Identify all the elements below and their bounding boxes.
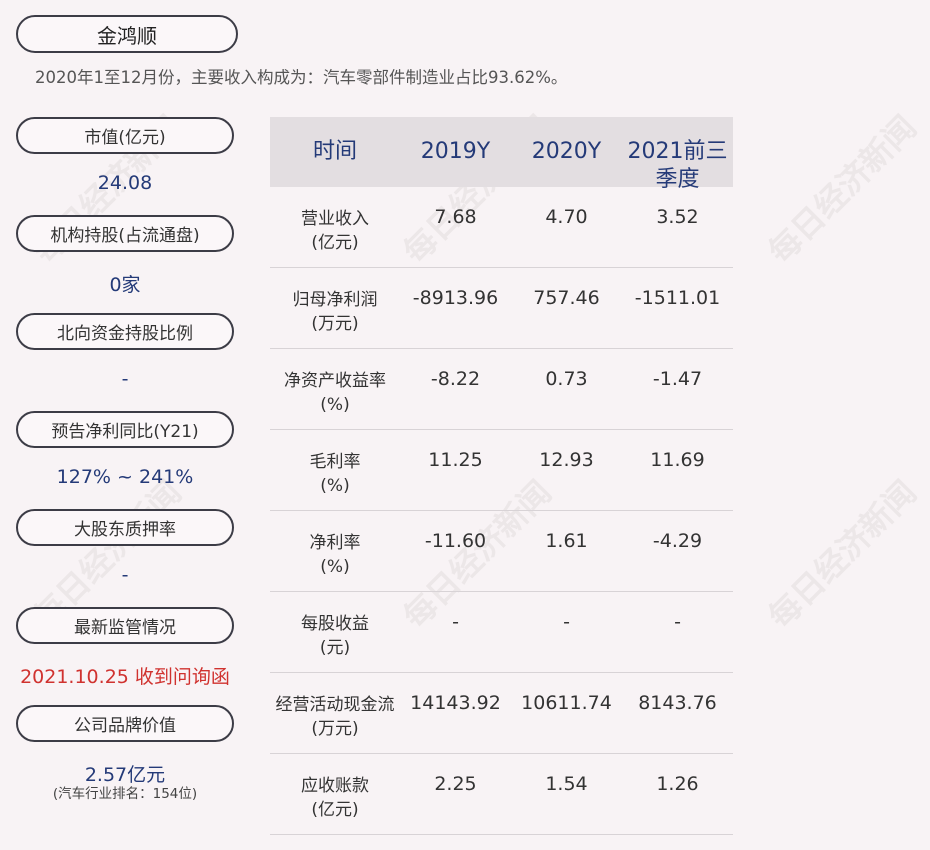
- header-2021-line1: 2021前三: [627, 139, 728, 164]
- row-label: 毛利率 (%): [309, 452, 361, 496]
- cell-2021: 1.26: [656, 773, 699, 795]
- cell-2021: -1511.01: [634, 287, 721, 309]
- table-header: 时间 2019Y 2020Y 2021前三 季度: [270, 117, 733, 192]
- table-row: 归母净利润 (万元) -8913.96 757.46 -1511.01: [270, 268, 733, 349]
- cell-2021: 11.69: [650, 449, 705, 471]
- profit-forecast-value: 127% ~ 241%: [56, 466, 194, 488]
- watermark: 每日经济新闻: [761, 473, 924, 636]
- institution-holdings-label: 机构持股(占流通盘): [16, 215, 234, 252]
- cell-2020: -: [563, 611, 570, 633]
- row-label: 应收账款 (亿元): [301, 776, 369, 820]
- row-label: 经营活动现金流 (万元): [275, 695, 395, 739]
- regulation-value: 2021.10.25 收到问询函: [20, 666, 230, 688]
- cell-2020: 10611.74: [521, 692, 612, 714]
- cell-2019: -8913.96: [412, 287, 499, 309]
- cell-2021: 8143.76: [638, 692, 717, 714]
- cell-2019: 14143.92: [410, 692, 501, 714]
- table-row: 应收账款 (亿元) 2.25 1.54 1.26: [270, 754, 733, 835]
- header-2019: 2019Y: [420, 139, 491, 164]
- northbound-ratio-label: 北向资金持股比例: [16, 313, 234, 350]
- cell-2019: 11.25: [428, 449, 483, 471]
- table-row: 每股收益 (元) - - -: [270, 592, 733, 673]
- cell-2019: -11.60: [424, 530, 487, 552]
- cell-2021: -1.47: [652, 368, 703, 390]
- cell-2020: 1.54: [545, 773, 588, 795]
- row-label: 归母净利润 (万元): [292, 290, 378, 334]
- profit-forecast-label: 预告净利同比(Y21): [16, 411, 234, 448]
- table-row: 净利率 (%) -11.60 1.61 -4.29: [270, 511, 733, 592]
- brand-value-label: 公司品牌价值: [16, 705, 234, 742]
- revenue-summary: 2020年1至12月份，主要收入构成为：汽车零部件制造业占比93.62%。: [35, 68, 568, 87]
- company-title: 金鸿顺: [16, 15, 238, 53]
- institution-holdings-value: 0家: [109, 274, 141, 296]
- table-row: 净资产收益率 (%) -8.22 0.73 -1.47: [270, 349, 733, 430]
- cell-2021: 3.52: [656, 206, 699, 228]
- table-row: 经营活动现金流 (万元) 14143.92 10611.74 8143.76: [270, 673, 733, 754]
- cell-2020: 1.61: [545, 530, 588, 552]
- cell-2019: 2.25: [434, 773, 477, 795]
- cell-2019: -: [452, 611, 459, 633]
- market-cap-label: 市值(亿元): [16, 117, 234, 154]
- header-2021: 2021前三 季度: [622, 138, 733, 194]
- pledge-ratio-label: 大股东质押率: [16, 509, 234, 546]
- table-row: 毛利率 (%) 11.25 12.93 11.69: [270, 430, 733, 511]
- cell-2019: 7.68: [434, 206, 477, 228]
- cell-2020: 0.73: [545, 368, 588, 390]
- cell-2021: -: [674, 611, 681, 633]
- row-label: 净资产收益率 (%): [284, 371, 386, 415]
- cell-2019: -8.22: [430, 368, 481, 390]
- row-label: 每股收益 (元): [301, 614, 369, 658]
- row-label: 净利率 (%): [309, 533, 361, 577]
- brand-rank-note: (汽车行业排名：154位): [52, 786, 198, 802]
- market-cap-value: 24.08: [97, 172, 153, 194]
- table-row: 营业收入 (亿元) 7.68 4.70 3.52: [270, 187, 733, 268]
- row-label: 营业收入 (亿元): [301, 209, 369, 253]
- cell-2021: -4.29: [652, 530, 703, 552]
- cell-2020: 757.46: [533, 287, 600, 309]
- cell-2020: 4.70: [545, 206, 588, 228]
- header-time: 时间: [312, 139, 357, 164]
- watermark: 每日经济新闻: [761, 108, 924, 271]
- cell-2020: 12.93: [539, 449, 594, 471]
- northbound-ratio-value: -: [121, 368, 129, 390]
- pledge-ratio-value: -: [121, 564, 129, 586]
- header-2020: 2020Y: [531, 139, 602, 164]
- regulation-label: 最新监管情况: [16, 607, 234, 644]
